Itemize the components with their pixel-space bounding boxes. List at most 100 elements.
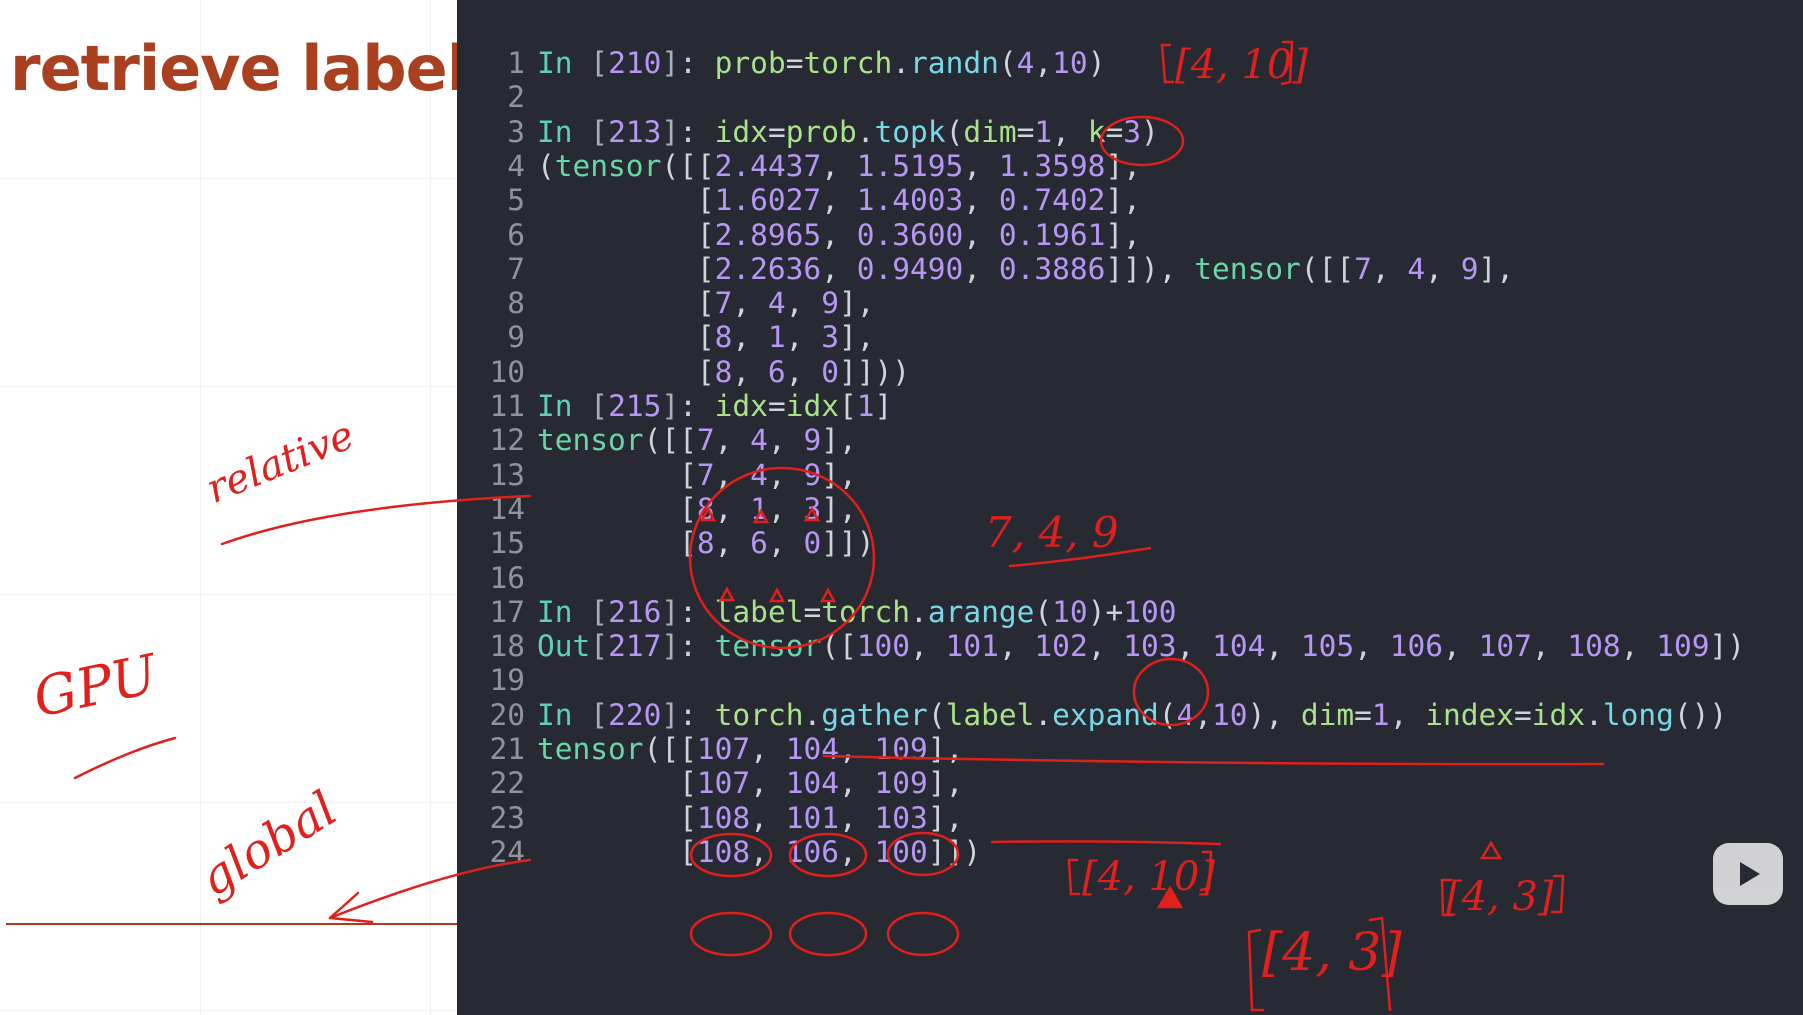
code-token: 100 bbox=[856, 629, 911, 664]
code-line[interactable]: 6 [2.8965, 0.3600, 0.1961], bbox=[457, 216, 1141, 255]
code-line[interactable]: 16 bbox=[457, 559, 537, 598]
code-token: : bbox=[679, 594, 715, 629]
code-token: [ bbox=[590, 46, 609, 80]
code-token: 102 bbox=[1034, 629, 1088, 664]
code-token: , bbox=[839, 732, 875, 766]
code-token: , bbox=[963, 183, 999, 218]
code-token: 1 bbox=[1034, 114, 1053, 149]
code-token: prob bbox=[785, 114, 857, 149]
code-line[interactable]: 8 [7, 4, 9], bbox=[457, 284, 874, 323]
code-token: 104 bbox=[1212, 629, 1266, 664]
code-token: , bbox=[714, 423, 751, 458]
slide-title: retrieve label bbox=[10, 32, 457, 105]
code-token: 1 bbox=[750, 491, 768, 526]
code-token: tensor bbox=[714, 629, 822, 664]
line-number: 11 bbox=[489, 389, 525, 423]
code-token: torch bbox=[821, 594, 911, 629]
code-token: 2.8965 bbox=[714, 217, 822, 252]
code-token: 4 bbox=[750, 457, 768, 492]
code-line[interactable]: 3 In [213]: idx=prob.topk(dim=1, k=3) bbox=[457, 113, 1159, 152]
code-line[interactable]: 4 (tensor([[2.4437, 1.5195, 1.3598], bbox=[457, 147, 1141, 186]
code-token: , bbox=[750, 766, 786, 801]
code-token: [ bbox=[590, 594, 609, 629]
code-line[interactable]: 21 tensor([[107, 104, 109], bbox=[457, 730, 963, 769]
code-token: label bbox=[945, 697, 1035, 732]
code-token: ( bbox=[537, 148, 555, 183]
code-token: , bbox=[821, 217, 857, 252]
code-token: ([ bbox=[821, 629, 857, 664]
code-line[interactable]: 13 [7, 4, 9], bbox=[457, 456, 856, 495]
code-token: [ bbox=[537, 286, 715, 321]
window-controls bbox=[947, 0, 1037, 6]
code-line[interactable]: 14 [8, 1, 3], bbox=[457, 490, 857, 529]
code-token: , bbox=[732, 320, 768, 355]
code-token: gather bbox=[821, 697, 928, 732]
code-line[interactable]: 11 In [215]: idx=idx[1] bbox=[457, 387, 892, 426]
code-token: In bbox=[537, 114, 591, 149]
code-token: [ bbox=[537, 800, 697, 835]
slide-panel: retrieve label relative GPU global bbox=[0, 0, 457, 1015]
code-token: 1.3598 bbox=[998, 148, 1106, 183]
code-token: 9 bbox=[821, 286, 839, 321]
code-token: 7 bbox=[714, 286, 733, 321]
code-line[interactable]: 18 Out[217]: tensor([100, 101, 102, 103, … bbox=[457, 627, 1745, 666]
line-code: [8, 6, 0]])) bbox=[537, 353, 910, 392]
code-token: In bbox=[537, 697, 591, 732]
line-code: In [220]: torch.gather(label.expand(4,10… bbox=[537, 696, 1727, 735]
code-line[interactable]: 19 bbox=[457, 661, 537, 700]
code-line[interactable]: 2 bbox=[457, 78, 537, 117]
line-number: 14 bbox=[489, 491, 525, 526]
code-line[interactable]: 9 [8, 1, 3], bbox=[457, 318, 875, 357]
note-gpu: GPU bbox=[28, 642, 163, 730]
code-token: 103 bbox=[1123, 629, 1177, 664]
code-token: ( bbox=[1158, 697, 1177, 732]
code-token: In bbox=[537, 46, 591, 80]
code-token: 108 bbox=[696, 834, 751, 869]
code-token: , bbox=[838, 800, 875, 835]
code-token: ], bbox=[838, 320, 875, 355]
code-token: , bbox=[838, 834, 875, 869]
code-token: 0.9490 bbox=[856, 251, 964, 286]
code-token: 107 bbox=[1478, 629, 1532, 664]
code-token: , bbox=[1425, 251, 1461, 286]
code-line[interactable]: 15 [8, 6, 0]]) bbox=[457, 524, 874, 563]
line-number: 23 bbox=[489, 800, 525, 835]
code-token: , bbox=[732, 354, 768, 389]
code-line[interactable]: 23 [108, 101, 103], bbox=[457, 799, 963, 838]
code-token: prob bbox=[714, 46, 786, 80]
code-token: ) bbox=[1087, 46, 1106, 80]
code-token: idx bbox=[714, 389, 768, 423]
code-token: tensor bbox=[537, 732, 644, 766]
code-line[interactable]: 22 [107, 104, 109], bbox=[457, 764, 963, 803]
code-line[interactable]: 7 [2.2636, 0.9490, 0.3886]]), tensor([[7… bbox=[457, 250, 1514, 289]
code-line[interactable]: 17 In [216]: label=torch.arange(10)+100 bbox=[457, 593, 1177, 632]
code-token: 0.1961 bbox=[998, 217, 1106, 252]
code-token: 1.5195 bbox=[856, 148, 964, 183]
code-token: = bbox=[1514, 697, 1532, 732]
code-line[interactable]: 24 [108, 106, 100]]) bbox=[457, 833, 981, 872]
line-number: 6 bbox=[507, 217, 525, 252]
code-token: . bbox=[803, 697, 822, 732]
code-editor[interactable]: 1 In [210]: prob=torch.randn(4,10) 2 3 In [2… bbox=[457, 0, 1803, 1015]
code-token: , bbox=[1176, 629, 1213, 664]
code-token: 101 bbox=[785, 800, 839, 835]
line-code: [8, 6, 0]]) bbox=[537, 524, 874, 563]
code-line[interactable]: 12 tensor([[7, 4, 9], bbox=[457, 421, 856, 460]
code-line[interactable]: 20 In [220]: torch.gather(label.expand(4,… bbox=[457, 696, 1727, 735]
code-token: , bbox=[767, 423, 804, 458]
code-line[interactable]: 5 [1.6027, 1.4003, 0.7402], bbox=[457, 181, 1141, 220]
code-token: [ bbox=[537, 526, 697, 561]
code-line[interactable]: 1 In [210]: prob=torch.randn(4,10) bbox=[457, 44, 1105, 83]
code-token: tensor bbox=[537, 423, 644, 458]
code-token: ( bbox=[1034, 594, 1053, 629]
code-token: = bbox=[1354, 697, 1372, 732]
code-token: , bbox=[1354, 629, 1390, 664]
line-code: [8, 1, 3], bbox=[537, 490, 857, 529]
code-token: 3 bbox=[803, 491, 822, 526]
code-token: [ bbox=[537, 491, 697, 526]
code-line[interactable]: 10 [8, 6, 0]])) bbox=[457, 353, 910, 392]
code-token: k bbox=[1087, 114, 1106, 149]
code-token: 100 bbox=[1123, 594, 1177, 629]
play-icon[interactable] bbox=[1713, 843, 1783, 905]
line-number: 22 bbox=[489, 766, 525, 801]
